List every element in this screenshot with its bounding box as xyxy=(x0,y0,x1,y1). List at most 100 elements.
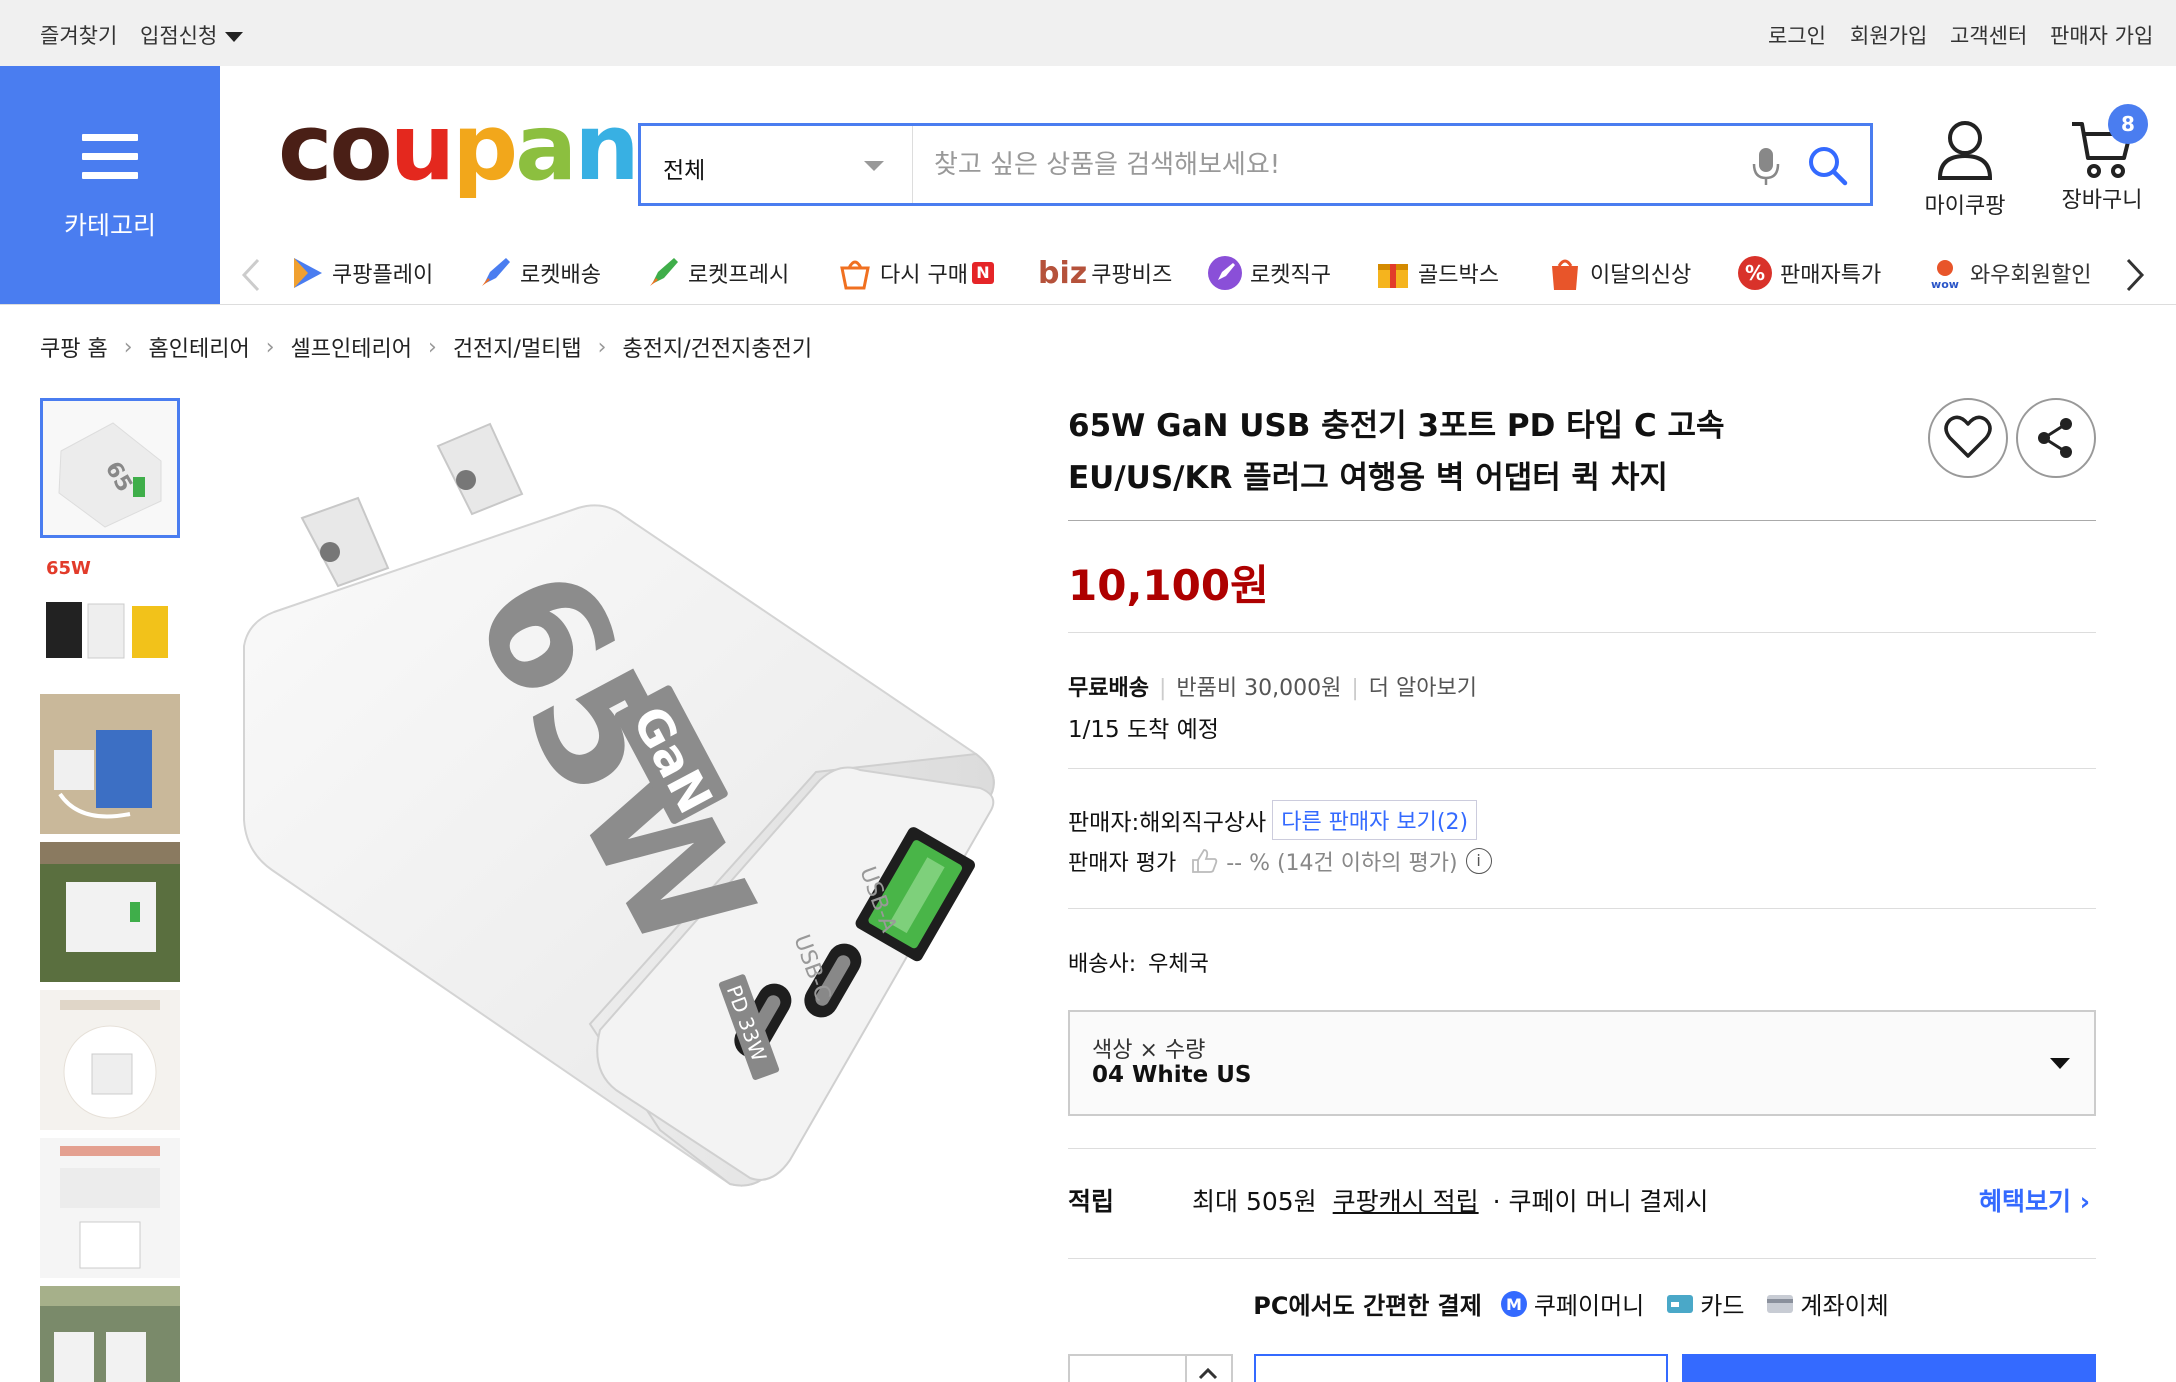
product-thumbnail[interactable] xyxy=(40,842,180,982)
nav-item-rebuy[interactable]: 다시 구매 N xyxy=(836,252,994,294)
product-thumbnail[interactable] xyxy=(40,694,180,834)
mycoupang-button[interactable]: 마이쿠팡 xyxy=(1920,118,2010,220)
seller-apply-link[interactable]: 입점신청 xyxy=(140,20,244,50)
svg-text:wow: wow xyxy=(1931,278,1959,291)
login-link[interactable]: 로그인 xyxy=(1768,20,1826,50)
chevron-right-icon: › xyxy=(265,334,275,360)
seller-signup-link[interactable]: 판매자 가입 xyxy=(2050,20,2153,50)
payment-method-card[interactable]: 카드 xyxy=(1666,1286,1744,1321)
breadcrumb-item[interactable]: 쿠팡 홈 xyxy=(40,331,108,363)
seller-deal-icon: % xyxy=(1738,256,1772,290)
nav-item-coupangplay[interactable]: 쿠팡플레이 xyxy=(288,252,433,294)
nav-item-wow-discount[interactable]: wow 와우회원할인 xyxy=(1926,252,2112,294)
category-label: 카테고리 xyxy=(63,211,156,240)
nav-item-label: 이달의신상 xyxy=(1590,263,1692,288)
coupang-logo[interactable]: coupang xyxy=(278,102,703,194)
nav-item-label: 로켓프레시 xyxy=(688,263,790,288)
payment-method-label: 카드 xyxy=(1700,1292,1745,1320)
product-thumbnail[interactable]: 65 xyxy=(40,398,180,538)
product-thumbnail[interactable] xyxy=(40,1138,180,1278)
product-thumbnail[interactable] xyxy=(40,990,180,1130)
wishlist-button[interactable] xyxy=(1928,398,2008,478)
search-input[interactable] xyxy=(916,126,1736,203)
carrier-label: 배송사: xyxy=(1068,952,1137,977)
shipping-more-link[interactable]: 더 알아보기 xyxy=(1369,676,1477,701)
other-sellers-button[interactable]: 다른 판매자 보기(2) xyxy=(1272,800,1478,840)
coupang-cash-link[interactable]: 쿠팡캐시 적립 xyxy=(1333,1182,1479,1218)
seller-label: 판매자: xyxy=(1068,810,1140,836)
info-icon[interactable]: i xyxy=(1465,848,1492,874)
goldbox-icon xyxy=(1378,264,1408,288)
option-select[interactable]: 색상 × 수량 04 White US xyxy=(1068,1010,2096,1116)
svg-text:M: M xyxy=(1506,1295,1522,1314)
cart-count-badge: 8 xyxy=(2108,104,2148,144)
nav-item-label: 쿠팡비즈 xyxy=(1091,263,1173,288)
carrier-name: 우체국 xyxy=(1148,952,1209,977)
user-icon xyxy=(1937,121,1993,180)
product-thumbnail[interactable]: 65W xyxy=(40,546,180,686)
bank-transfer-icon xyxy=(1767,1294,1794,1313)
shipping-info: 무료배송 | 반품비 30,000원 | 더 알아보기 xyxy=(1068,676,1477,701)
microphone-icon[interactable] xyxy=(1751,146,1781,186)
nav-item-rocket-delivery[interactable]: 로켓배송 xyxy=(476,252,601,294)
new-badge: N xyxy=(971,262,994,284)
nav-item-new-arrivals[interactable]: 이달의신상 xyxy=(1546,252,1691,294)
payment-method-coupay[interactable]: M 쿠페이머니 xyxy=(1500,1286,1644,1321)
carrier-info: 배송사: 우체국 xyxy=(1068,946,1209,978)
rocket-icon xyxy=(482,258,510,286)
biz-icon: biz xyxy=(1038,255,1088,291)
breadcrumb-item[interactable]: 셀프인테리어 xyxy=(291,331,412,363)
hamburger-icon xyxy=(82,134,138,179)
share-button[interactable] xyxy=(2016,398,2096,478)
product-title: 65W GaN USB 충전기 3포트 PD 타입 C 고속 EU/US/KR … xyxy=(1068,408,1725,496)
divider xyxy=(1068,908,2096,909)
product-main-image[interactable]: USB-A USB-C PD 33W 65W GaN xyxy=(220,400,1040,1220)
add-to-cart-button[interactable] xyxy=(1254,1354,1668,1382)
chevron-right-icon: › xyxy=(597,334,607,360)
wow-icon: wow xyxy=(1931,260,1959,291)
signup-link[interactable]: 회원가입 xyxy=(1850,20,1927,50)
arrival-date: 1/15 도착 예정 xyxy=(1068,717,1219,743)
category-menu-button[interactable]: 카테고리 xyxy=(0,66,220,304)
product-thumbnail[interactable] xyxy=(40,1286,180,1382)
seller-rating: 판매자 평가 -- % (14건 이하의 평가) i xyxy=(1068,845,1492,877)
breadcrumb-item[interactable]: 홈인테리어 xyxy=(149,331,250,363)
search-category-select[interactable]: 전체 xyxy=(641,126,913,203)
payment-methods: PC에서도 간편한 결제 M 쿠페이머니 카드 계좌이체 xyxy=(1068,1286,2096,1321)
quantity-stepper[interactable] xyxy=(1068,1354,1233,1382)
play-icon xyxy=(294,258,322,288)
share-icon xyxy=(2038,418,2072,458)
buy-now-button[interactable] xyxy=(1682,1354,2096,1382)
customer-center-link[interactable]: 고객센터 xyxy=(1950,20,2027,50)
chevron-right-icon[interactable] xyxy=(2124,258,2146,292)
search-icon[interactable] xyxy=(1806,144,1848,186)
rocket-global-icon xyxy=(1208,256,1242,290)
nav-item-seller-deal[interactable]: % 판매자특가 xyxy=(1736,252,1881,294)
seller-apply-label: 입점신청 xyxy=(140,24,218,48)
cart-button[interactable]: 8 장바구니 xyxy=(2052,104,2152,214)
product-price: 10,100원 xyxy=(1068,561,1269,610)
payment-method-transfer[interactable]: 계좌이체 xyxy=(1766,1286,1889,1321)
nav-item-coupangbiz[interactable]: biz 쿠팡비즈 xyxy=(1038,252,1172,294)
new-icon xyxy=(1552,259,1578,290)
nav-item-label: 판매자특가 xyxy=(1780,263,1882,288)
svg-text:%: % xyxy=(1745,261,1765,285)
search-category-value: 전체 xyxy=(663,158,706,184)
nav-item-label: 쿠팡플레이 xyxy=(332,263,434,288)
quantity-increase-button[interactable] xyxy=(1185,1356,1231,1382)
nav-item-rocket-fresh[interactable]: 로켓프레시 xyxy=(644,252,789,294)
nav-item-label: 로켓배송 xyxy=(520,263,601,288)
chevron-left-icon[interactable] xyxy=(240,258,262,292)
seller-rating-value: -- % (14건 이하의 평가) xyxy=(1226,851,1458,876)
breadcrumb-item[interactable]: 충전지/건전지충전기 xyxy=(622,331,812,363)
seller-name[interactable]: 해외직구상사 xyxy=(1139,803,1266,837)
card-icon xyxy=(1667,1294,1694,1313)
benefits-link[interactable]: 혜택보기 › xyxy=(1979,1182,2090,1218)
divider xyxy=(1068,520,2096,521)
nav-item-rocket-global[interactable]: 로켓직구 xyxy=(1206,252,1331,294)
bookmark-link[interactable]: 즐겨찾기 xyxy=(40,20,117,50)
chevron-right-icon: › xyxy=(428,334,437,360)
nav-item-goldbox[interactable]: 골드박스 xyxy=(1374,252,1499,294)
payment-title: PC에서도 간편한 결제 xyxy=(1253,1292,1482,1320)
breadcrumb-item[interactable]: 건전지/멀티탭 xyxy=(453,331,582,363)
